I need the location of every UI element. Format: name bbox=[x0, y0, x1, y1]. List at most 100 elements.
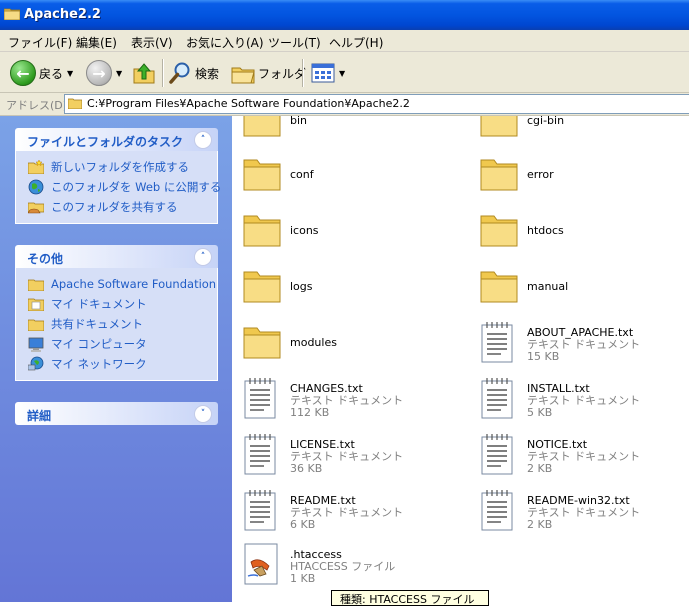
folder-icon bbox=[28, 276, 44, 292]
file-item[interactable]: conf bbox=[242, 154, 314, 198]
place-apache-software-foundation[interactable]: Apache Software Foundation bbox=[16, 274, 217, 294]
place-my-documents[interactable]: マイ ドキュメント bbox=[16, 294, 217, 314]
search-icon bbox=[169, 62, 190, 84]
expand-chevron-icon[interactable]: ˅ bbox=[194, 405, 212, 423]
place-label: マイ ドキュメント bbox=[51, 297, 147, 311]
file-item[interactable]: error bbox=[479, 154, 554, 198]
folder-icon bbox=[4, 8, 20, 20]
task-share-folder[interactable]: このフォルダを共有する bbox=[16, 197, 217, 217]
my-documents-icon bbox=[28, 296, 44, 312]
search-label: 検索 bbox=[195, 66, 220, 81]
folder-icon bbox=[479, 210, 519, 254]
file-size: 1 KB bbox=[290, 572, 316, 585]
back-arrow-icon: ← bbox=[10, 60, 36, 86]
file-item[interactable]: README-win32.txt テキスト ドキュメント 2 KB bbox=[479, 488, 640, 532]
address-input[interactable]: C:¥Program Files¥Apache Software Foundat… bbox=[64, 94, 689, 114]
folder-icon bbox=[242, 210, 282, 254]
file-name: conf bbox=[290, 168, 314, 181]
task-share-folder-label: このフォルダを共有する bbox=[51, 200, 178, 214]
place-my-computer[interactable]: マイ コンピュータ bbox=[16, 334, 217, 354]
task-publish-web[interactable]: このフォルダを Web に公開する bbox=[16, 177, 221, 197]
text-document-icon bbox=[242, 488, 282, 532]
tasks-panel-header[interactable]: ファイルとフォルダのタスク ˄ bbox=[15, 128, 218, 151]
file-size: 6 KB bbox=[290, 518, 316, 531]
address-bar: アドレス(D) C:¥Program Files¥Apache Software… bbox=[0, 93, 689, 116]
file-item[interactable]: README.txt テキスト ドキュメント 6 KB bbox=[242, 488, 403, 532]
file-name: icons bbox=[290, 224, 319, 237]
text-document-icon bbox=[479, 488, 519, 532]
file-item[interactable]: logs bbox=[242, 266, 313, 310]
menu-edit[interactable]: 編集(E) bbox=[76, 34, 117, 51]
menu-help[interactable]: ヘルプ(H) bbox=[329, 34, 383, 51]
details-panel: 詳細 ˅ bbox=[15, 402, 218, 425]
search-button[interactable]: 検索 bbox=[168, 60, 219, 86]
folder-icon bbox=[242, 154, 282, 198]
menu-tools[interactable]: ツール(T) bbox=[268, 34, 321, 51]
other-panel-title: その他 bbox=[27, 252, 64, 266]
tasks-panel: ファイルとフォルダのタスク ˄ 新しいフォルダを作成する このフォルダを Web… bbox=[15, 128, 221, 224]
back-button[interactable]: ← 戻る ▼ bbox=[10, 60, 73, 86]
file-item[interactable]: manual bbox=[479, 266, 568, 310]
file-item[interactable]: cgi-bin bbox=[479, 116, 564, 144]
address-label: アドレス(D) bbox=[6, 99, 68, 112]
my-network-icon bbox=[28, 356, 44, 372]
place-my-network[interactable]: マイ ネットワーク bbox=[16, 354, 217, 374]
menu-favorites[interactable]: お気に入り(A) bbox=[186, 34, 264, 51]
file-name: logs bbox=[290, 280, 313, 293]
folder-icon bbox=[68, 98, 82, 109]
details-panel-header[interactable]: 詳細 ˅ bbox=[15, 402, 218, 425]
folders-button[interactable]: フォルダ bbox=[231, 60, 306, 86]
other-panel-body: Apache Software Foundation マイ ドキュメント 共有ド… bbox=[15, 268, 218, 381]
file-name: modules bbox=[290, 336, 337, 349]
up-folder-button[interactable] bbox=[132, 60, 156, 86]
collapse-chevron-icon[interactable]: ˄ bbox=[194, 131, 212, 149]
folder-icon bbox=[242, 116, 282, 144]
back-dropdown-icon[interactable]: ▼ bbox=[67, 69, 73, 78]
task-new-folder[interactable]: 新しいフォルダを作成する bbox=[16, 157, 217, 177]
file-list: bin cgi-bin conf error icons htdocs logs… bbox=[232, 116, 689, 602]
views-dropdown-icon[interactable]: ▼ bbox=[339, 69, 345, 78]
place-shared-documents[interactable]: 共有ドキュメント bbox=[16, 314, 217, 334]
other-places-panel: その他 ˄ Apache Software Foundation マイ ドキュメ… bbox=[15, 245, 218, 381]
shared-documents-icon bbox=[28, 316, 44, 332]
forward-button[interactable]: → ▼ bbox=[86, 60, 122, 86]
other-panel-header[interactable]: その他 ˄ bbox=[15, 245, 218, 268]
place-label: マイ ネットワーク bbox=[51, 357, 147, 371]
folders-label: フォルダ bbox=[258, 66, 307, 81]
folder-icon bbox=[242, 322, 282, 366]
forward-dropdown-icon[interactable]: ▼ bbox=[116, 69, 122, 78]
file-name: manual bbox=[527, 280, 569, 293]
file-item[interactable]: bin bbox=[242, 116, 307, 144]
collapse-chevron-icon[interactable]: ˄ bbox=[194, 248, 212, 266]
file-item[interactable]: htdocs bbox=[479, 210, 564, 254]
file-item[interactable]: .htaccess HTACCESS ファイル 1 KB bbox=[242, 542, 395, 586]
folder-icon bbox=[479, 266, 519, 310]
views-button[interactable]: ▼ bbox=[311, 60, 345, 86]
file-item[interactable]: LICENSE.txt テキスト ドキュメント 36 KB bbox=[242, 432, 403, 476]
toolbar: ← 戻る ▼ → ▼ 検索 フォルダ ▼ bbox=[0, 52, 689, 93]
toolbar-separator bbox=[302, 59, 304, 87]
tasks-panel-title: ファイルとフォルダのタスク bbox=[27, 135, 184, 149]
text-document-icon bbox=[242, 432, 282, 476]
file-name: htdocs bbox=[527, 224, 564, 237]
text-document-icon bbox=[242, 376, 282, 420]
file-type-tooltip: 種類: HTACCESS ファイル bbox=[331, 590, 489, 606]
file-item[interactable]: INSTALL.txt テキスト ドキュメント 5 KB bbox=[479, 376, 640, 420]
folder-icon bbox=[242, 266, 282, 310]
file-item[interactable]: CHANGES.txt テキスト ドキュメント 112 KB bbox=[242, 376, 403, 420]
file-name: cgi-bin bbox=[527, 116, 565, 127]
tasks-panel-body: 新しいフォルダを作成する このフォルダを Web に公開する このフォルダを共有… bbox=[15, 151, 221, 224]
htaccess-file-icon bbox=[242, 542, 282, 586]
file-item[interactable]: modules bbox=[242, 322, 337, 366]
file-size: 112 KB bbox=[290, 406, 330, 419]
folders-icon bbox=[231, 67, 255, 84]
new-folder-icon bbox=[28, 159, 44, 175]
file-item[interactable]: icons bbox=[242, 210, 319, 254]
file-item[interactable]: ABOUT_APACHE.txt テキスト ドキュメント 15 KB bbox=[479, 320, 640, 364]
title-bar: Apache2.2 bbox=[0, 0, 689, 30]
file-item[interactable]: NOTICE.txt テキスト ドキュメント 2 KB bbox=[479, 432, 640, 476]
menu-view[interactable]: 表示(V) bbox=[131, 34, 173, 51]
place-label: 共有ドキュメント bbox=[51, 317, 143, 331]
menu-file[interactable]: ファイル(F) bbox=[8, 34, 72, 51]
my-computer-icon bbox=[28, 336, 44, 352]
